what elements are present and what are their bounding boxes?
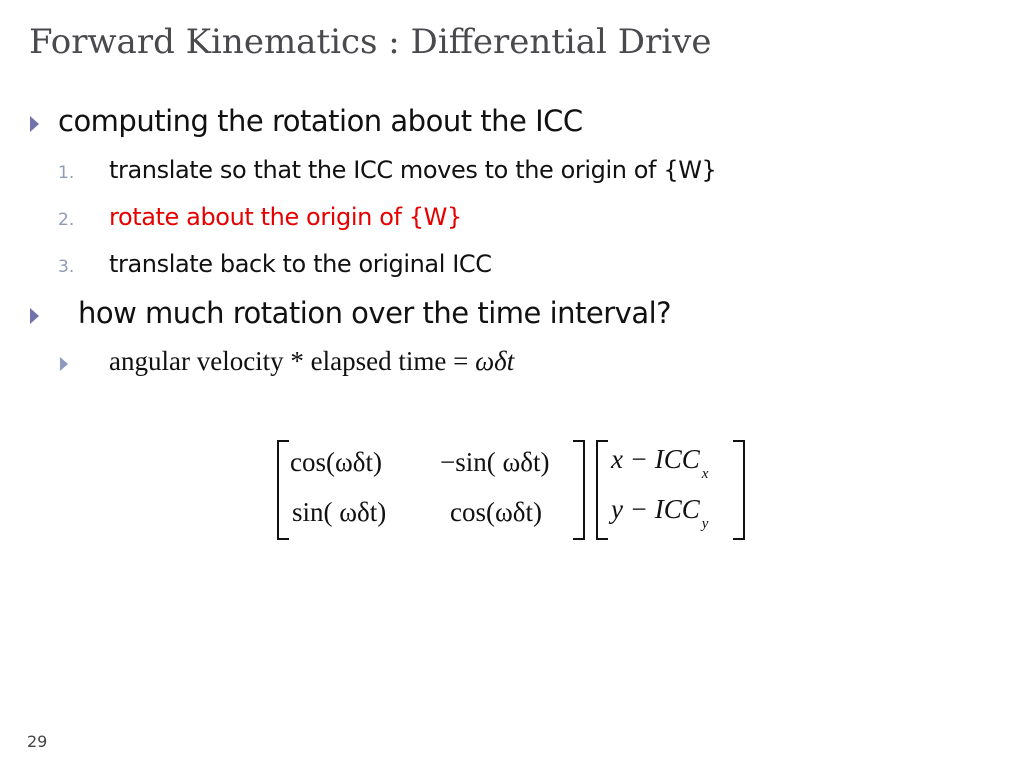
rotation-equation: cos(ωδt) −sin( ωδt) sin( ωδt) cos(ωδt) x… [0, 0, 1024, 768]
matrix-cell: cos(ωδt) [450, 497, 542, 527]
matrix-right-bracket [573, 440, 585, 540]
vector-cell: x − ICC x [611, 444, 709, 482]
vector-cell: y − ICC y [611, 494, 709, 532]
matrix-cell: −sin( ωδt) [440, 447, 550, 477]
vector-right-bracket [733, 440, 745, 540]
matrix-cell: sin( ωδt) [292, 497, 387, 527]
matrix-cell: cos(ωδt) [290, 447, 382, 477]
page-number: 29 [27, 732, 48, 751]
vector-left-bracket [596, 440, 608, 540]
matrix-left-bracket [277, 440, 289, 540]
